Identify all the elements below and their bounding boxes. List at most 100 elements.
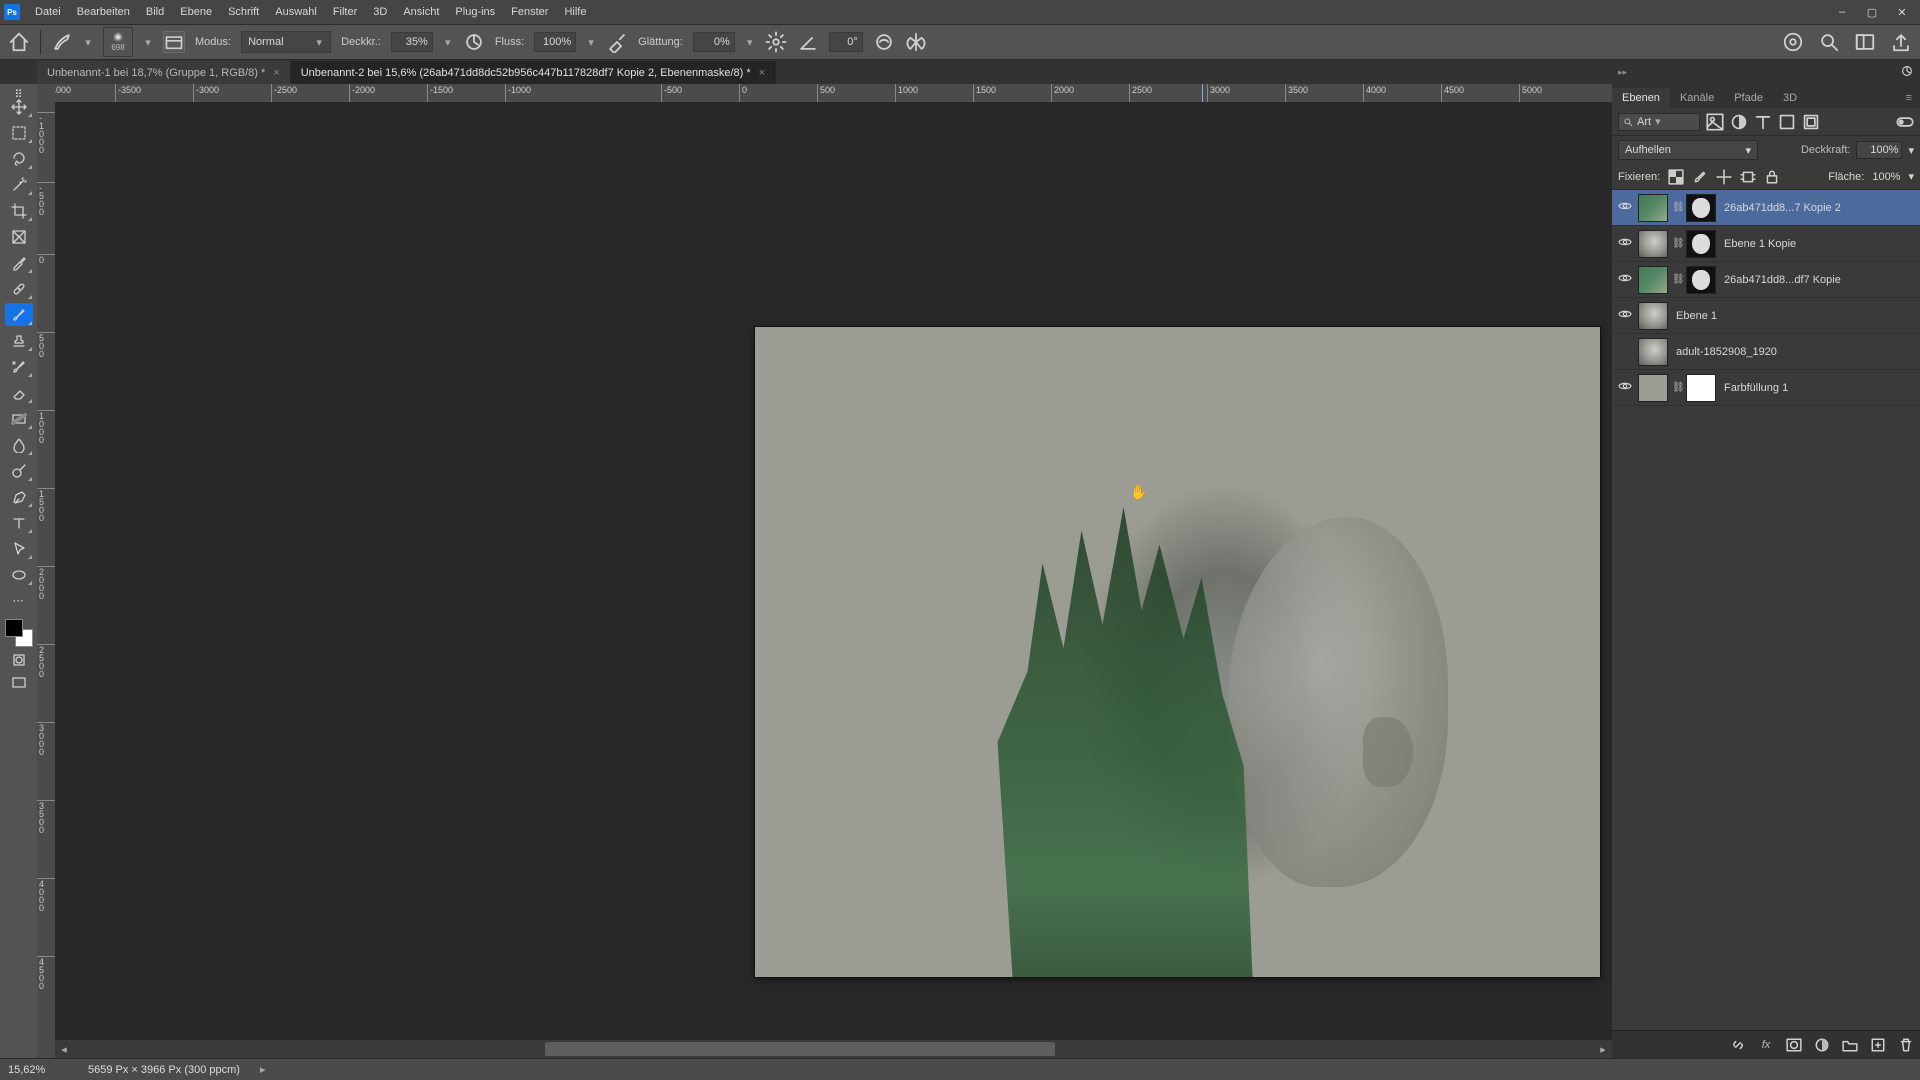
lock-transparency-button[interactable] — [1668, 169, 1684, 185]
doc-info-readout[interactable]: 5659 Px × 3966 Px (300 ppcm) — [88, 1064, 240, 1076]
blend-mode-select[interactable]: Normal▾ — [241, 31, 331, 53]
window-minimize-button[interactable]: – — [1828, 2, 1856, 22]
menu-schrift[interactable]: Schrift — [221, 3, 266, 21]
panel-tab-pfade[interactable]: Pfade — [1724, 88, 1773, 108]
scrollbar-thumb[interactable] — [545, 1042, 1055, 1056]
frame-tool[interactable] — [5, 225, 33, 248]
move-tool[interactable] — [5, 95, 33, 118]
layer-row[interactable]: ⛓ Farbfüllung 1 — [1612, 370, 1920, 406]
panel-tab-3d[interactable]: 3D — [1773, 88, 1807, 108]
layer-name[interactable]: Farbfüllung 1 — [1720, 382, 1916, 394]
layer-thumbnail[interactable] — [1638, 302, 1668, 330]
smoothing-input[interactable]: 0% — [693, 32, 735, 52]
layer-name[interactable]: Ebene 1 Kopie — [1720, 238, 1916, 250]
close-tab-icon[interactable]: × — [273, 67, 279, 79]
new-layer-button[interactable] — [1870, 1037, 1886, 1053]
angle-input[interactable]: 0° — [829, 32, 863, 52]
lock-pixels-button[interactable] — [1692, 169, 1708, 185]
link-layers-button[interactable] — [1730, 1037, 1746, 1053]
layer-mask-thumbnail[interactable] — [1686, 194, 1716, 222]
layer-visibility-toggle[interactable] — [1616, 271, 1634, 288]
airbrush-toggle[interactable] — [606, 31, 628, 53]
layer-visibility-toggle[interactable] — [1616, 199, 1634, 216]
scroll-left-button[interactable]: ◂ — [55, 1040, 73, 1058]
layer-visibility-toggle[interactable] — [1616, 235, 1634, 252]
layer-visibility-toggle[interactable] — [1616, 307, 1634, 324]
path-select-tool[interactable] — [5, 537, 33, 560]
size-pressure-toggle[interactable] — [873, 31, 895, 53]
gradient-tool[interactable] — [5, 407, 33, 430]
quick-mask-toggle[interactable] — [5, 650, 33, 670]
layer-fx-button[interactable]: fx — [1758, 1037, 1774, 1053]
filter-smart-button[interactable] — [1802, 113, 1820, 131]
layer-name[interactable]: Ebene 1 — [1672, 310, 1916, 322]
dock-collar[interactable]: ▸▸ — [1612, 60, 1920, 84]
menu-bearbeiten[interactable]: Bearbeiten — [70, 3, 137, 21]
dodge-tool[interactable] — [5, 459, 33, 482]
opacity-pressure-toggle[interactable] — [463, 31, 485, 53]
filter-pixel-button[interactable] — [1706, 113, 1724, 131]
filter-shape-button[interactable] — [1778, 113, 1796, 131]
color-swatches[interactable] — [5, 619, 33, 647]
delete-layer-button[interactable] — [1898, 1037, 1914, 1053]
layer-row[interactable]: ⛓26ab471dd8...7 Kopie 2 — [1612, 190, 1920, 226]
layer-thumbnail[interactable] — [1638, 374, 1668, 402]
layer-blend-select[interactable]: Aufhellen▾ — [1618, 140, 1758, 160]
menu-ebene[interactable]: Ebene — [173, 3, 219, 21]
brush-preset-picker[interactable]: 698 — [103, 27, 133, 57]
lasso-tool[interactable] — [5, 147, 33, 170]
layer-link-icon[interactable]: ⛓ — [1672, 382, 1682, 393]
brush-preset-dropdown[interactable]: ▾ — [143, 36, 153, 49]
flow-input[interactable]: 100% — [534, 32, 576, 52]
horizontal-ruler[interactable]: -4000-3500-3000-2500-2000-1500-1000-5000… — [55, 84, 1612, 102]
menu-ansicht[interactable]: Ansicht — [396, 3, 446, 21]
smoothing-options-button[interactable] — [765, 31, 787, 53]
screen-mode-toggle[interactable] — [5, 673, 33, 693]
smoothing-dropdown[interactable]: ▾ — [745, 36, 755, 49]
lock-artboard-button[interactable] — [1740, 169, 1756, 185]
menu-3d[interactable]: 3D — [366, 3, 394, 21]
crop-tool[interactable] — [5, 199, 33, 222]
zoom-readout[interactable]: 15,62% — [8, 1064, 68, 1076]
layer-link-icon[interactable]: ⛓ — [1672, 202, 1682, 213]
layer-link-icon[interactable]: ⛓ — [1672, 274, 1682, 285]
layer-opacity-input[interactable]: 100% — [1856, 141, 1902, 159]
cloud-docs-button[interactable] — [1782, 31, 1804, 53]
tool-preset-icon[interactable] — [51, 31, 73, 53]
layer-thumbnail[interactable] — [1638, 230, 1668, 258]
symmetry-button[interactable] — [905, 31, 927, 53]
menu-auswahl[interactable]: Auswahl — [268, 3, 324, 21]
brush-panel-toggle[interactable] — [163, 31, 185, 53]
more-tools[interactable]: ⋯ — [5, 589, 33, 612]
layer-mask-button[interactable] — [1786, 1037, 1802, 1053]
flow-dropdown[interactable]: ▾ — [586, 36, 596, 49]
opacity-dropdown[interactable]: ▾ — [443, 36, 453, 49]
menu-hilfe[interactable]: Hilfe — [557, 3, 593, 21]
shape-tool[interactable] — [5, 563, 33, 586]
canvas-viewport[interactable]: ✋ — [55, 102, 1612, 1040]
document-canvas[interactable] — [755, 327, 1600, 977]
tool-panel-grip[interactable]: ⠿ — [15, 88, 23, 92]
layer-thumbnail[interactable] — [1638, 338, 1668, 366]
stamp-tool[interactable] — [5, 329, 33, 352]
menu-filter[interactable]: Filter — [326, 3, 364, 21]
layer-thumbnail[interactable] — [1686, 374, 1716, 402]
search-button[interactable] — [1818, 31, 1840, 53]
workspace-switcher[interactable] — [1854, 31, 1876, 53]
lock-all-button[interactable] — [1764, 169, 1780, 185]
layer-fill-input[interactable]: 100% — [1872, 171, 1900, 183]
layer-thumbnail[interactable] — [1638, 266, 1668, 294]
home-button[interactable] — [8, 31, 30, 53]
foreground-color[interactable] — [5, 619, 23, 637]
adjustment-layer-button[interactable] — [1814, 1037, 1830, 1053]
panel-tab-kanäle[interactable]: Kanäle — [1670, 88, 1724, 108]
document-tab[interactable]: Unbenannt-1 bei 18,7% (Gruppe 1, RGB/8) … — [37, 61, 291, 84]
layer-row[interactable]: ⛓26ab471dd8...df7 Kopie — [1612, 262, 1920, 298]
layer-row[interactable]: adult-1852908_1920 — [1612, 334, 1920, 370]
marquee-tool[interactable] — [5, 121, 33, 144]
ruler-origin[interactable] — [37, 84, 55, 102]
layer-filter-kind[interactable]: Art ▾ — [1618, 113, 1700, 131]
collapse-dock-icon[interactable]: ▸▸ — [1618, 67, 1627, 78]
layer-visibility-toggle[interactable] — [1616, 379, 1634, 396]
type-tool[interactable] — [5, 511, 33, 534]
